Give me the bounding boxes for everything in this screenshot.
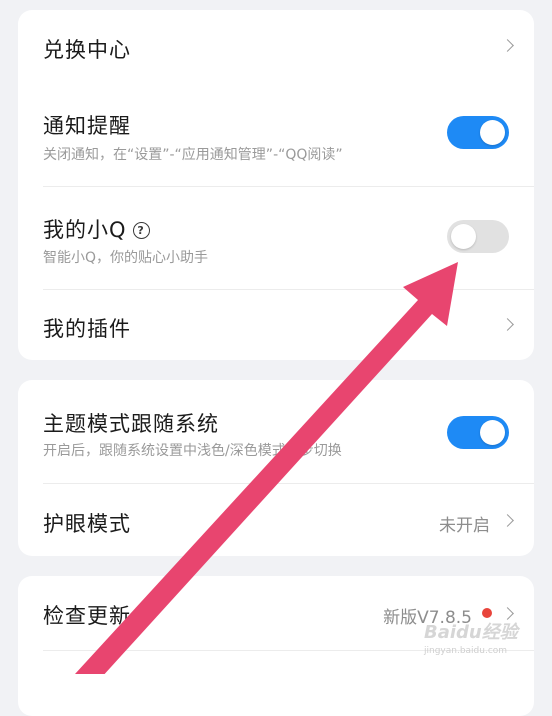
eye-protection-label: 护眼模式 [43, 512, 131, 536]
my-xiaoq-toggle[interactable] [447, 220, 509, 253]
my-plugins-row[interactable]: 我的插件 [18, 289, 534, 360]
toggle-knob [451, 224, 476, 249]
eye-protection-status: 未开启 [439, 516, 490, 536]
notification-toggle[interactable] [447, 116, 509, 149]
chevron-right-icon [501, 607, 514, 620]
divider [43, 650, 534, 651]
toggle-knob [480, 120, 505, 145]
notification-subtitle: 关闭通知，在“设置”-“应用通知管理”-“QQ阅读” [43, 147, 343, 163]
toggle-knob [480, 420, 505, 445]
chevron-right-icon [501, 514, 514, 527]
update-badge-dot [482, 608, 492, 618]
my-xiaoq-label: 我的小Q? [43, 214, 150, 244]
notification-label: 通知提醒 [43, 114, 131, 138]
my-xiaoq-text: 我的小Q [43, 218, 127, 242]
update-version: 新版V7.8.5 [383, 608, 472, 628]
my-plugins-label: 我的插件 [43, 317, 131, 341]
my-xiaoq-row: 我的小Q? 智能小Q，你的贴心小助手 [18, 186, 534, 290]
my-xiaoq-subtitle: 智能小Q，你的贴心小助手 [43, 250, 209, 266]
theme-follow-label: 主题模式跟随系统 [43, 412, 219, 436]
theme-follow-toggle[interactable] [447, 416, 509, 449]
theme-follow-subtitle: 开启后，跟随系统设置中浅色/深色模式同步切换 [43, 443, 342, 459]
settings-card-general: 兑换中心 通知提醒 关闭通知，在“设置”-“应用通知管理”-“QQ阅读” 我的小… [18, 10, 534, 360]
check-update-row[interactable]: 检查更新 新版V7.8.5 [18, 576, 534, 650]
chevron-right-icon [501, 318, 514, 331]
check-update-label: 检查更新 [43, 604, 131, 628]
exchange-center-row[interactable]: 兑换中心 [18, 10, 534, 82]
exchange-center-label: 兑换中心 [43, 38, 131, 62]
help-icon[interactable]: ? [132, 222, 150, 239]
settings-card-about: 检查更新 新版V7.8.5 [18, 576, 534, 716]
notification-row: 通知提醒 关闭通知，在“设置”-“应用通知管理”-“QQ阅读” [18, 82, 534, 186]
eye-protection-row[interactable]: 护眼模式 未开启 [18, 483, 534, 556]
theme-follow-row: 主题模式跟随系统 开启后，跟随系统设置中浅色/深色模式同步切换 [18, 380, 534, 483]
settings-card-display: 主题模式跟随系统 开启后，跟随系统设置中浅色/深色模式同步切换 护眼模式 未开启 [18, 380, 534, 556]
chevron-right-icon [501, 39, 514, 52]
